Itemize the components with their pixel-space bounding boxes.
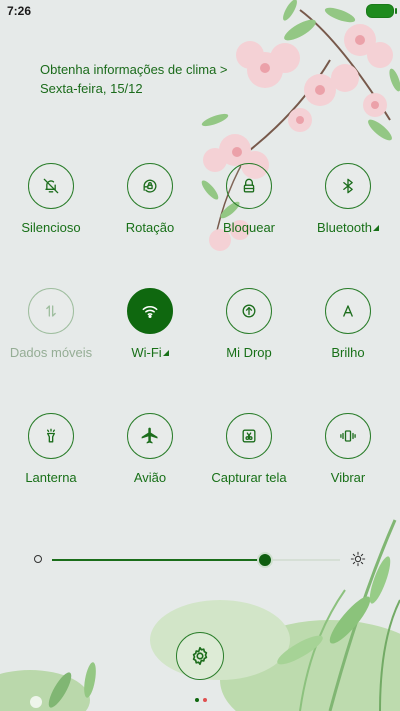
brightness-slider[interactable] <box>34 549 366 571</box>
tile-label-screenshot: Capturar tela <box>211 470 287 485</box>
expand-indicator <box>162 350 169 356</box>
weather-link[interactable]: Obtenha informações de clima > <box>40 60 228 79</box>
slider-thumb[interactable] <box>257 552 274 568</box>
brightness-high-icon <box>350 551 366 567</box>
tile-label-bluetooth: Bluetooth <box>298 220 398 235</box>
gear-icon <box>192 646 208 666</box>
tile-label-lock: Bloquear <box>222 220 276 235</box>
battery-icon <box>366 4 397 18</box>
flashlight-icon[interactable] <box>28 413 74 459</box>
toggle-airplane[interactable]: Avião <box>100 413 200 485</box>
mi-drop-icon[interactable] <box>226 288 272 334</box>
mobile-data-icon[interactable] <box>28 288 74 334</box>
toggle-mobile-data[interactable]: Dados móveis <box>1 288 101 360</box>
tile-label-rotation: Rotação <box>125 220 175 235</box>
tile-label-flashlight: Lanterna <box>25 470 77 485</box>
toggle-silent[interactable]: Silencioso <box>1 163 101 235</box>
page-dot <box>203 698 207 702</box>
weather-info[interactable]: Obtenha informações de clima > Sexta-fei… <box>40 60 228 98</box>
tile-label-brightness: Brilho <box>331 345 365 360</box>
bell-off-icon[interactable] <box>28 163 74 209</box>
toggle-vibrate[interactable]: Vibrar <box>298 413 398 485</box>
toggle-rotation[interactable]: Rotação <box>100 163 200 235</box>
tile-label-wifi: Wi-Fi <box>100 345 200 360</box>
tile-label-vibrate: Vibrar <box>330 470 366 485</box>
toggle-screenshot[interactable]: Capturar tela <box>199 413 299 485</box>
tile-label-mobile-data: Dados móveis <box>9 345 93 360</box>
toggle-bluetooth[interactable]: Bluetooth <box>298 163 398 235</box>
rotation-lock-icon[interactable] <box>127 163 173 209</box>
page-dot <box>195 698 199 702</box>
toggle-wifi[interactable]: Wi-Fi <box>100 288 200 360</box>
settings-button[interactable] <box>176 632 224 680</box>
screenshot-icon[interactable] <box>226 413 272 459</box>
slider-track[interactable] <box>52 552 340 568</box>
toggle-flashlight[interactable]: Lanterna <box>1 413 101 485</box>
date-text: Sexta-feira, 15/12 <box>40 81 143 96</box>
airplane-icon[interactable] <box>127 413 173 459</box>
status-bar: 7:26 <box>0 0 400 24</box>
tile-label-mi-drop: Mi Drop <box>226 345 272 360</box>
toggle-mi-drop[interactable]: Mi Drop <box>199 288 299 360</box>
wifi-icon[interactable] <box>127 288 173 334</box>
expand-indicator <box>372 225 379 231</box>
page-indicator <box>193 689 209 707</box>
tile-label-silent: Silencioso <box>21 220 81 235</box>
tile-label-airplane: Avião <box>133 470 167 485</box>
slider-fill <box>52 559 266 561</box>
toggle-lock[interactable]: Bloquear <box>199 163 299 235</box>
status-time: 7:26 <box>7 4 32 18</box>
toggle-brightness[interactable]: Brilho <box>298 288 398 360</box>
brightness-low-icon <box>34 555 42 563</box>
lock-icon[interactable] <box>226 163 272 209</box>
bluetooth-icon[interactable] <box>325 163 371 209</box>
vibrate-icon[interactable] <box>325 413 371 459</box>
brightness-auto-icon[interactable] <box>325 288 371 334</box>
